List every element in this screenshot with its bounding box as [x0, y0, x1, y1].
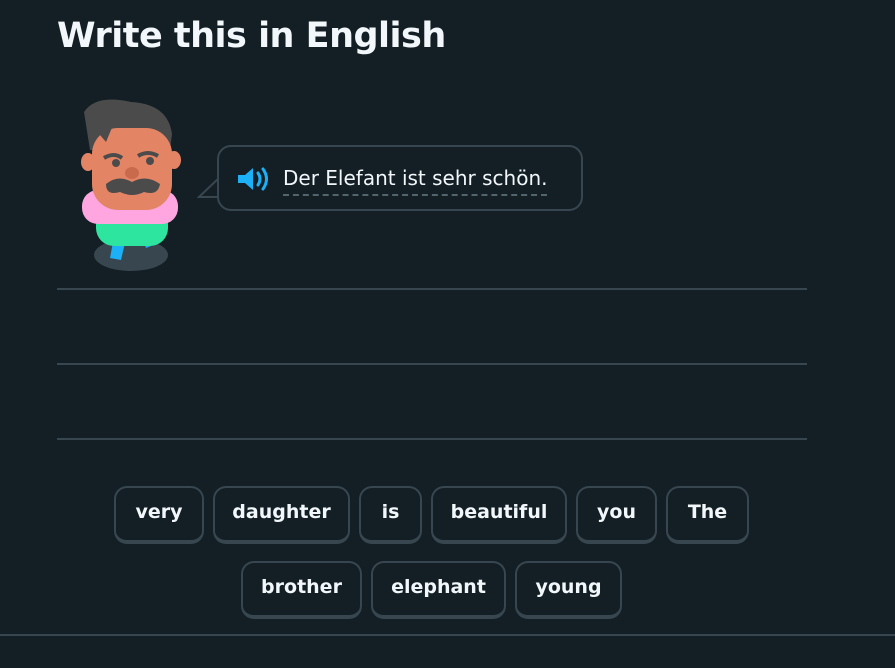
speaker-icon[interactable] [236, 164, 272, 194]
word-chip-brother[interactable]: brother [241, 561, 362, 619]
word-chip-young[interactable]: young [515, 561, 622, 619]
word-chip-is[interactable]: is [359, 486, 422, 544]
word-chip-the[interactable]: The [666, 486, 749, 544]
word-chip-elephant[interactable]: elephant [371, 561, 506, 619]
answer-line [57, 363, 807, 365]
character-illustration [81, 99, 181, 271]
lesson-screen: Write this in English Der Elefant ist se… [0, 0, 895, 668]
word-chip-you[interactable]: you [576, 486, 657, 544]
word-chip-very[interactable]: very [114, 486, 204, 544]
page-title: Write this in English [57, 16, 446, 56]
answer-line [57, 288, 807, 290]
word-chip-beautiful[interactable]: beautiful [431, 486, 567, 544]
word-chip-daughter[interactable]: daughter [213, 486, 350, 544]
footer-divider [0, 634, 895, 636]
answer-line [57, 438, 807, 440]
prompt-sentence[interactable]: Der Elefant ist sehr schön. [283, 164, 548, 196]
